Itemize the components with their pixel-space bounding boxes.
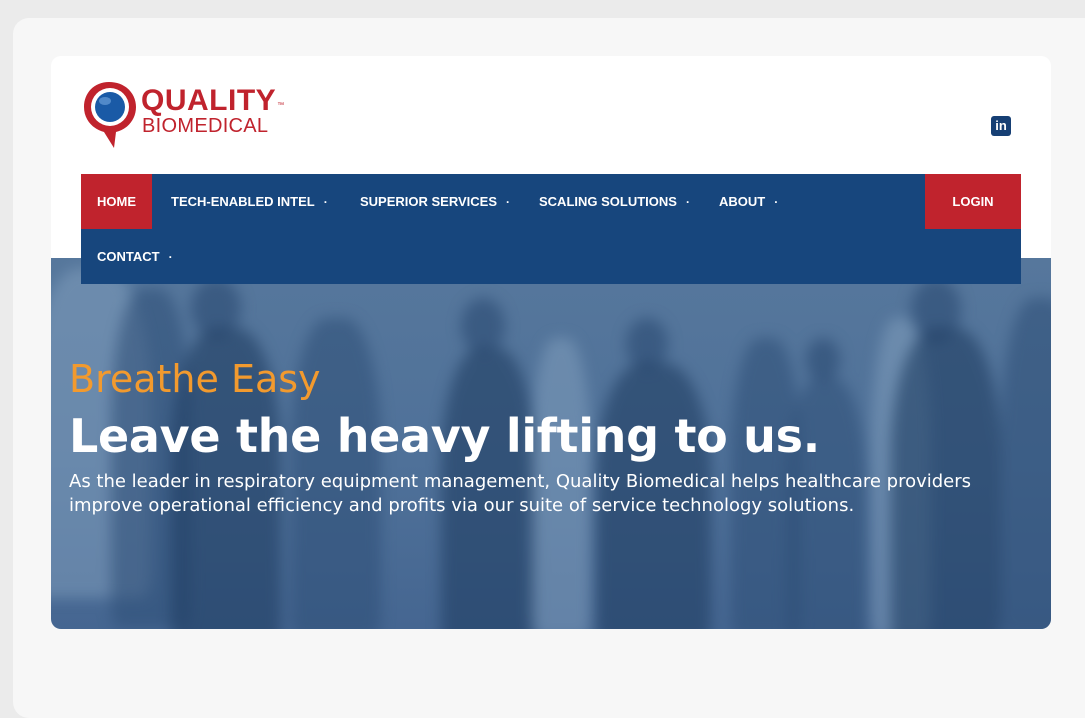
nav-item-contact[interactable]: CONTACT · — [97, 229, 173, 284]
nav-item-tech-enabled-intel[interactable]: TECH-ENABLED INTEL · — [171, 174, 328, 229]
dropdown-indicator-icon: · — [685, 195, 690, 209]
hero-tagline: Breathe Easy — [69, 357, 321, 401]
login-button[interactable]: LOGIN — [925, 174, 1021, 229]
dropdown-indicator-icon: · — [506, 195, 511, 209]
dropdown-indicator-icon: · — [323, 195, 328, 209]
quality-biomedical-logo[interactable]: QUALITY™ BIOMEDICAL — [82, 80, 292, 152]
nav-item-superior-services[interactable]: SUPERIOR SERVICES · — [360, 174, 510, 229]
nav-item-home[interactable]: HOME — [81, 174, 152, 229]
trademark-symbol: ™ — [277, 102, 285, 109]
dropdown-indicator-icon: · — [168, 250, 173, 264]
linkedin-icon[interactable]: in — [991, 116, 1011, 136]
nav-item-about[interactable]: ABOUT · — [719, 174, 778, 229]
logo-wordmark-biomedical: BIOMEDICAL — [142, 115, 269, 137]
main-navigation: HOME TECH-ENABLED INTEL · SUPERIOR SERVIC… — [81, 174, 1021, 284]
logo-pin-icon — [84, 82, 136, 148]
hero-content: Breathe Easy Leave the heavy lifting to … — [69, 356, 1039, 518]
dropdown-indicator-icon: · — [774, 195, 779, 209]
hero-description: As the leader in respiratory equipment m… — [69, 471, 972, 516]
hero-headline: Leave the heavy lifting to us. — [69, 409, 820, 463]
logo-wordmark-quality: QUALITY™ — [141, 84, 285, 117]
hero-banner: Breathe Easy Leave the heavy lifting to … — [51, 258, 1051, 629]
nav-item-scaling-solutions[interactable]: SCALING SOLUTIONS · — [539, 174, 690, 229]
website-frame: Breathe Easy Leave the heavy lifting to … — [51, 56, 1051, 629]
